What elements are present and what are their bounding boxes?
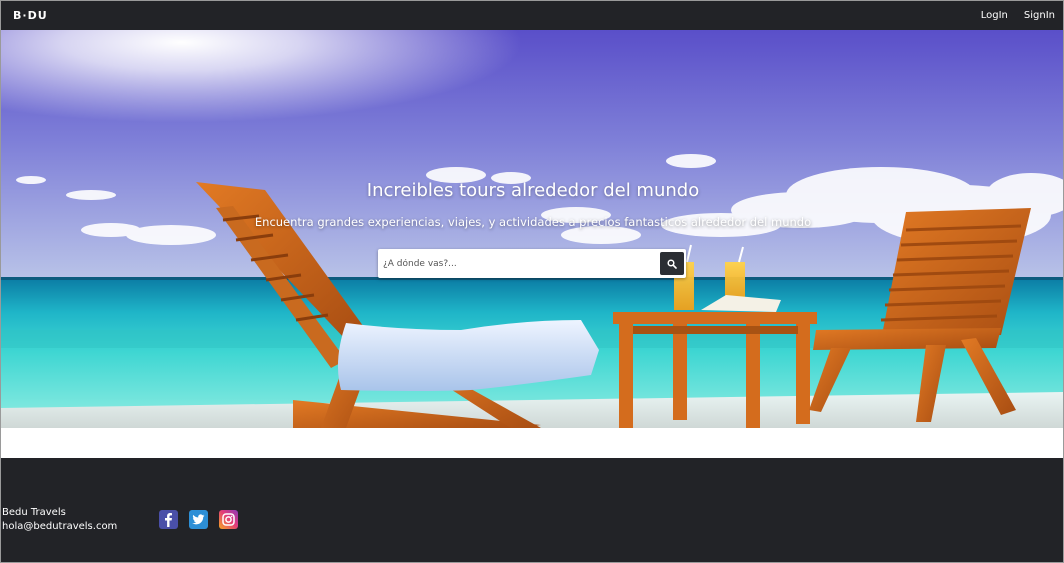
twitter-icon[interactable] <box>189 510 208 529</box>
login-link[interactable]: LogIn <box>981 10 1008 21</box>
search-button[interactable] <box>660 252 684 275</box>
logo-text: B·DU <box>13 8 48 22</box>
page-frame: B·DU LogIn SignIn Increibles tours alred… <box>0 0 1064 563</box>
hero-section: Increibles tours alrededor del mundo Enc… <box>1 30 1063 428</box>
social-links <box>159 510 238 529</box>
nav-links: LogIn SignIn <box>981 1 1055 30</box>
hero-subtitle: Encuentra grandes experiencias, viajes, … <box>254 215 812 229</box>
search-input[interactable] <box>378 249 654 278</box>
footer-brand: Bedu Travels <box>2 507 66 518</box>
facebook-icon[interactable] <box>159 510 178 529</box>
instagram-icon[interactable] <box>219 510 238 529</box>
signin-link[interactable]: SignIn <box>1024 10 1055 21</box>
search-bar <box>378 249 686 278</box>
navbar: B·DU LogIn SignIn <box>1 1 1063 30</box>
search-icon <box>667 258 677 269</box>
hero-title: Increibles tours alrededor del mundo <box>366 180 700 201</box>
footer: Bedu Travels hola@bedutravels.com <box>1 458 1063 562</box>
footer-email[interactable]: hola@bedutravels.com <box>2 521 117 532</box>
logo[interactable]: B·DU <box>13 8 48 22</box>
hero-background-image <box>1 30 1063 428</box>
